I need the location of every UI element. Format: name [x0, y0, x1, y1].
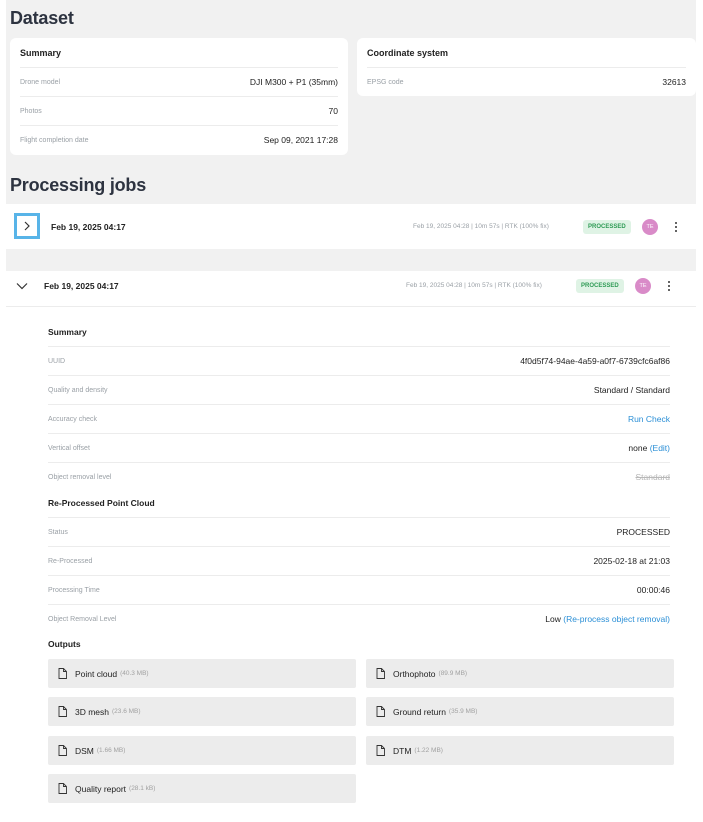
- edit-offset-link[interactable]: (Edit): [650, 443, 670, 453]
- uuid-label: UUID: [48, 357, 66, 365]
- job-meta: Feb 19, 2025 04:28 | 10m 57s | RTK (100%…: [406, 282, 542, 289]
- output-name: Point cloud: [75, 668, 118, 679]
- output-name: Quality report: [75, 783, 127, 794]
- object-removal-row: Object removal level Standard: [48, 462, 670, 491]
- drone-model-row: Drone model DJI M300 + P1 (35mm): [20, 67, 338, 96]
- coordinate-title: Coordinate system: [367, 48, 449, 58]
- file-icon: [376, 745, 385, 756]
- output-name: 3D mesh: [75, 706, 110, 717]
- avatar[interactable]: TE: [635, 278, 651, 294]
- coordinate-system-card: Coordinate system EPSG code 32613: [357, 38, 696, 96]
- output-name: DTM: [393, 745, 412, 756]
- processing-heading: Processing jobs: [10, 175, 147, 195]
- summary-title: Summary: [20, 48, 62, 58]
- processing-time-value: 00:00:46: [636, 585, 670, 595]
- file-icon: [376, 668, 385, 679]
- epsg-label: EPSG code: [367, 78, 404, 86]
- object-removal-value: Standard: [635, 472, 671, 482]
- status-label: Status: [48, 528, 68, 536]
- flight-date-value: Sep 09, 2021 17:28: [263, 135, 338, 145]
- output-size: (1.22 MB): [414, 747, 443, 754]
- vertical-offset-row: Vertical offset none (Edit): [48, 433, 670, 462]
- output-name: Orthophoto: [393, 668, 436, 679]
- epsg-value: 32613: [662, 77, 686, 87]
- accuracy-label: Accuracy check: [48, 415, 98, 423]
- photos-row: Photos 70: [20, 96, 338, 125]
- output-orthophoto[interactable]: Orthophoto (89.9 MB): [366, 659, 674, 688]
- output-name: DSM: [75, 745, 94, 756]
- file-icon: [58, 668, 67, 679]
- output-dsm[interactable]: DSM (1.66 MB): [48, 736, 356, 765]
- reprocessed-row: Re-Processed 2025-02-18 at 21:03: [48, 546, 670, 575]
- output-dtm[interactable]: DTM (1.22 MB): [366, 736, 674, 765]
- page: Dataset Summary Drone model DJI M300 + P…: [6, 0, 696, 810]
- output-size: (1.66 MB): [96, 747, 126, 754]
- output-point-cloud[interactable]: Point cloud (40.3 MB): [48, 659, 356, 688]
- drone-model-label: Drone model: [20, 78, 61, 86]
- reprocessed-label: Re-Processed: [48, 557, 93, 565]
- output-size: (28.1 kB): [129, 785, 156, 792]
- status-badge: PROCESSED: [576, 279, 624, 293]
- output-ground-return[interactable]: Ground return (35.9 MB): [366, 697, 674, 726]
- status-value: PROCESSED: [616, 527, 670, 537]
- drone-model-value: DJI M300 + P1 (35mm): [249, 77, 338, 87]
- removal-level-value: Low: [545, 614, 561, 624]
- kebab-menu-icon[interactable]: [673, 220, 679, 234]
- output-size: (40.3 MB): [120, 670, 149, 677]
- file-icon: [58, 706, 67, 717]
- chevron-right-icon: [24, 221, 30, 231]
- processing-time-label: Processing Time: [48, 586, 100, 594]
- vertical-offset-label: Vertical offset: [48, 444, 90, 452]
- processing-time-row: Processing Time 00:00:46: [48, 575, 670, 604]
- uuid-value: 4f0d5f74-94ae-4a59-a0f7-6739cfc6af86: [520, 356, 670, 366]
- epsg-row: EPSG code 32613: [367, 67, 686, 96]
- reprocessed-value: 2025-02-18 at 21:03: [593, 556, 670, 566]
- uuid-row: UUID 4f0d5f74-94ae-4a59-a0f7-6739cfc6af8…: [48, 346, 670, 375]
- job-summary-title: Summary: [48, 327, 87, 337]
- outputs-title: Outputs: [48, 639, 81, 649]
- expand-job-button[interactable]: [14, 213, 40, 239]
- file-icon: [58, 783, 67, 794]
- job-header[interactable]: Feb 19, 2025 04:17 Feb 19, 2025 04:28 | …: [6, 271, 696, 307]
- reprocessed-title: Re-Processed Point Cloud: [48, 498, 155, 508]
- job-meta: Feb 19, 2025 04:28 | 10m 57s | RTK (100%…: [413, 223, 549, 230]
- job-title: Feb 19, 2025 04:17: [44, 281, 119, 291]
- photos-value: 70: [328, 106, 338, 116]
- output-name: Ground return: [393, 706, 446, 717]
- object-removal-label: Object removal level: [48, 473, 112, 481]
- reprocess-removal-link[interactable]: (Re-process object removal): [563, 614, 670, 624]
- file-icon: [376, 706, 385, 717]
- output-quality-report[interactable]: Quality report (28.1 kB): [48, 774, 356, 803]
- output-3d-mesh[interactable]: 3D mesh (23.6 MB): [48, 697, 356, 726]
- output-size: (35.9 MB): [448, 708, 478, 715]
- accuracy-row: Accuracy check Run Check: [48, 404, 670, 433]
- file-icon: [58, 745, 67, 756]
- output-size: (89.9 MB): [438, 670, 468, 677]
- avatar[interactable]: TE: [642, 219, 658, 235]
- removal-level-label: Object Removal Level: [48, 615, 117, 623]
- kebab-menu-icon[interactable]: [666, 279, 672, 293]
- dataset-heading: Dataset: [10, 8, 74, 28]
- quality-label: Quality and density: [48, 386, 108, 394]
- dataset-summary-card: Summary Drone model DJI M300 + P1 (35mm)…: [10, 38, 348, 155]
- flight-date-row: Flight completion date Sep 09, 2021 17:2…: [20, 125, 338, 154]
- quality-row: Quality and density Standard / Standard: [48, 375, 670, 404]
- photos-label: Photos: [20, 107, 42, 115]
- removal-level-row: Object Removal Level Low (Re-process obj…: [48, 604, 670, 633]
- output-size: (23.6 MB): [112, 708, 141, 715]
- vertical-offset-value: none: [628, 443, 648, 453]
- flight-date-label: Flight completion date: [20, 136, 89, 144]
- status-badge: PROCESSED: [583, 220, 631, 234]
- quality-value: Standard / Standard: [593, 385, 670, 395]
- job-title: Feb 19, 2025 04:17: [51, 222, 126, 232]
- run-check-link[interactable]: Run Check: [628, 414, 670, 424]
- status-row: Status PROCESSED: [48, 517, 670, 546]
- job-panel-expanded: Feb 19, 2025 04:17 Feb 19, 2025 04:28 | …: [6, 271, 696, 810]
- chevron-down-icon[interactable]: [16, 282, 28, 290]
- job-row-collapsed[interactable]: Feb 19, 2025 04:17 Feb 19, 2025 04:28 | …: [6, 204, 696, 249]
